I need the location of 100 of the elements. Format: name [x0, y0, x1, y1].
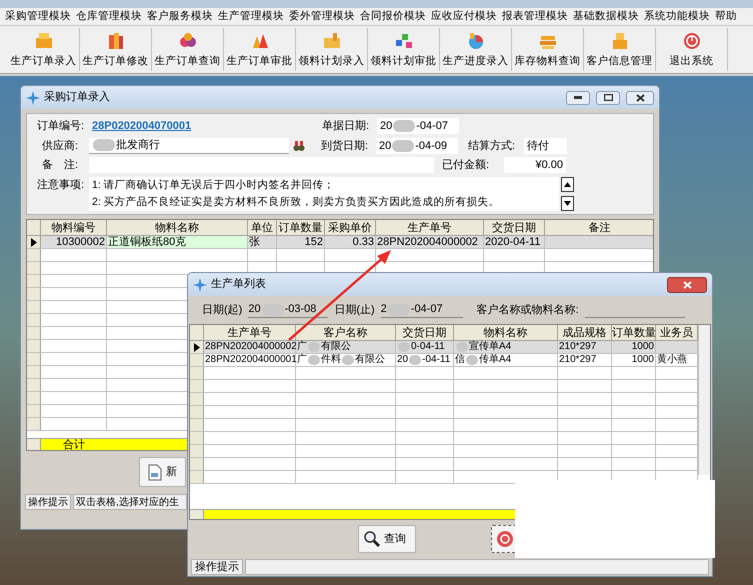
notes-line: 2: 买方产品不良经证实是卖方材料不良所致，则卖方负责买方因此造成的所有损失。: [92, 194, 501, 210]
minimize-icon: [574, 96, 582, 99]
close-button[interactable]: [667, 276, 707, 292]
menu-item[interactable]: 仓库管理模块: [76, 8, 142, 24]
column-header[interactable]: 备注: [545, 220, 653, 235]
menu-item[interactable]: 委外管理模块: [289, 8, 355, 24]
text-fragment: 有限公: [355, 354, 385, 366]
toolbar-button[interactable]: 客户信息管理: [584, 28, 656, 71]
text-fragment: 宣传单A4: [469, 341, 512, 353]
close-icon: [636, 94, 644, 102]
toolbar-button[interactable]: 领料计划录入: [296, 28, 368, 71]
scrollbar[interactable]: [698, 325, 710, 475]
row-header[interactable]: [190, 341, 204, 353]
window-title: 采购订单录入: [44, 90, 110, 106]
text-fragment: -03-08: [284, 302, 316, 318]
text-fragment: 20: [397, 354, 408, 366]
blurred-text: [393, 120, 416, 132]
minimize-button[interactable]: [566, 90, 590, 104]
column-header[interactable]: 交货日期: [484, 220, 545, 235]
column-header[interactable]: 物料编号: [41, 220, 107, 235]
menu-item[interactable]: 采购管理模块: [5, 8, 71, 24]
power-icon: [496, 530, 514, 548]
column-header[interactable]: 客户名称: [296, 325, 396, 340]
column-header[interactable]: 物料名称: [107, 220, 248, 235]
toolbar-button[interactable]: 生产订单查询: [152, 28, 224, 71]
menu-item[interactable]: 生产管理模块: [218, 8, 284, 24]
field-label: 订单编号:: [37, 119, 86, 134]
table-cell: 张: [248, 236, 277, 248]
menu-item[interactable]: 系统功能模块: [644, 8, 710, 24]
settlement-field[interactable]: 待付: [524, 138, 567, 154]
toolbar-button[interactable]: 退出系统: [656, 28, 728, 71]
supplier-field[interactable]: 批发商行: [89, 138, 289, 154]
field-label: 结算方式:: [468, 138, 516, 154]
text-fragment: 信: [455, 354, 465, 366]
menu-item[interactable]: 帮助: [715, 8, 737, 24]
table-cell: 28PN202004000002: [376, 236, 484, 248]
table-cell: 210*297: [558, 341, 612, 353]
text-fragment: 20: [379, 138, 392, 154]
notes-field[interactable]: 1: 请厂商确认订单无误后于四小时内签名并回传； 2: 买方产品不良经证实是卖方材料不良所致，则卖方负责买方因此造成的所有损失。: [89, 176, 559, 210]
table-cell: 1000: [612, 341, 656, 353]
binoculars-icon[interactable]: [293, 140, 305, 152]
toolbar-button[interactable]: 生产订单修改: [80, 28, 152, 71]
column-header[interactable]: 订单数量: [612, 325, 656, 340]
blurred-text: [262, 304, 284, 316]
date-field[interactable]: 20 -04-07: [377, 118, 459, 134]
column-header[interactable]: 成品规格: [558, 325, 612, 340]
star-logo-icon: [26, 90, 40, 104]
text-fragment: 2: [380, 302, 387, 318]
table-cell: 正道铜板纸80克: [107, 236, 248, 248]
search-icon: [363, 530, 381, 548]
date-field[interactable]: 20 -04-09: [376, 138, 458, 154]
order-number-link[interactable]: 28P0202004070001: [92, 118, 312, 134]
menu-item[interactable]: 基础数据模块: [573, 8, 639, 24]
column-header[interactable]: 单位: [248, 220, 277, 235]
scroll-down-icon[interactable]: [561, 196, 574, 210]
scroll-up-icon[interactable]: [561, 176, 574, 192]
close-button[interactable]: [626, 90, 654, 104]
maximize-icon: [604, 94, 612, 101]
table-cell: 10300002: [41, 236, 107, 248]
table-cell: 1000: [612, 354, 656, 366]
star-logo-icon: [193, 278, 207, 292]
date-field[interactable]: 2 -04-07: [380, 302, 463, 318]
column-header[interactable]: 生产单号: [376, 220, 484, 235]
toolbar-button[interactable]: 生产订单录入: [8, 28, 80, 71]
total-label: 合计: [62, 439, 86, 450]
text-fragment: -04-09: [415, 138, 448, 154]
toolbar-button[interactable]: 库存物料查询: [512, 28, 584, 71]
toolbar-button[interactable]: 领料计划审批: [368, 28, 440, 71]
date-field[interactable]: 20 -03-08: [248, 302, 328, 318]
query-button[interactable]: 查询: [358, 525, 416, 553]
menu-item[interactable]: 客户服务模块: [147, 8, 213, 24]
table-cell: 0.33: [325, 236, 376, 248]
row-header[interactable]: [27, 236, 41, 248]
column-header[interactable]: 交货日期: [396, 325, 454, 340]
column-header[interactable]: 生产单号: [204, 325, 296, 340]
column-header[interactable]: 物料名称: [454, 325, 558, 340]
field-label: 已付金额:: [442, 158, 490, 173]
window-title: 生产单列表: [211, 276, 266, 292]
field-label: 备 注:: [41, 158, 80, 173]
menu-item[interactable]: 合同报价模块: [360, 8, 426, 24]
table-cell: 152: [277, 236, 325, 248]
row-pointer-icon: [30, 238, 36, 246]
status-text: 双击表格,选择对应的生: [73, 494, 187, 510]
status-label: 操作提示: [25, 494, 71, 510]
text-fragment: 20: [248, 302, 261, 318]
field-label: 日期(起): [202, 302, 242, 318]
field-label: 日期(止): [334, 302, 375, 318]
toolbar-button[interactable]: 生产进度录入: [440, 28, 512, 71]
new-button[interactable]: 新: [139, 457, 186, 487]
column-header[interactable]: 采购单价: [325, 220, 376, 235]
table-cell: 28PN202004000001: [204, 354, 296, 366]
text-fragment: 20: [380, 119, 392, 134]
table-cell: 2020-04-11: [484, 236, 545, 248]
paid-amount-field[interactable]: ¥0.00: [504, 157, 566, 174]
menu-item[interactable]: 报表管理模块: [502, 8, 568, 24]
menu-item[interactable]: 应收应付模块: [431, 8, 497, 24]
maximize-button[interactable]: [596, 90, 620, 104]
toolbar-button[interactable]: 生产订单审批: [224, 28, 296, 71]
notes-line: 1: 请厂商确认订单无误后于四小时内签名并回传；: [92, 178, 336, 192]
column-header[interactable]: 订单数量: [277, 220, 325, 235]
